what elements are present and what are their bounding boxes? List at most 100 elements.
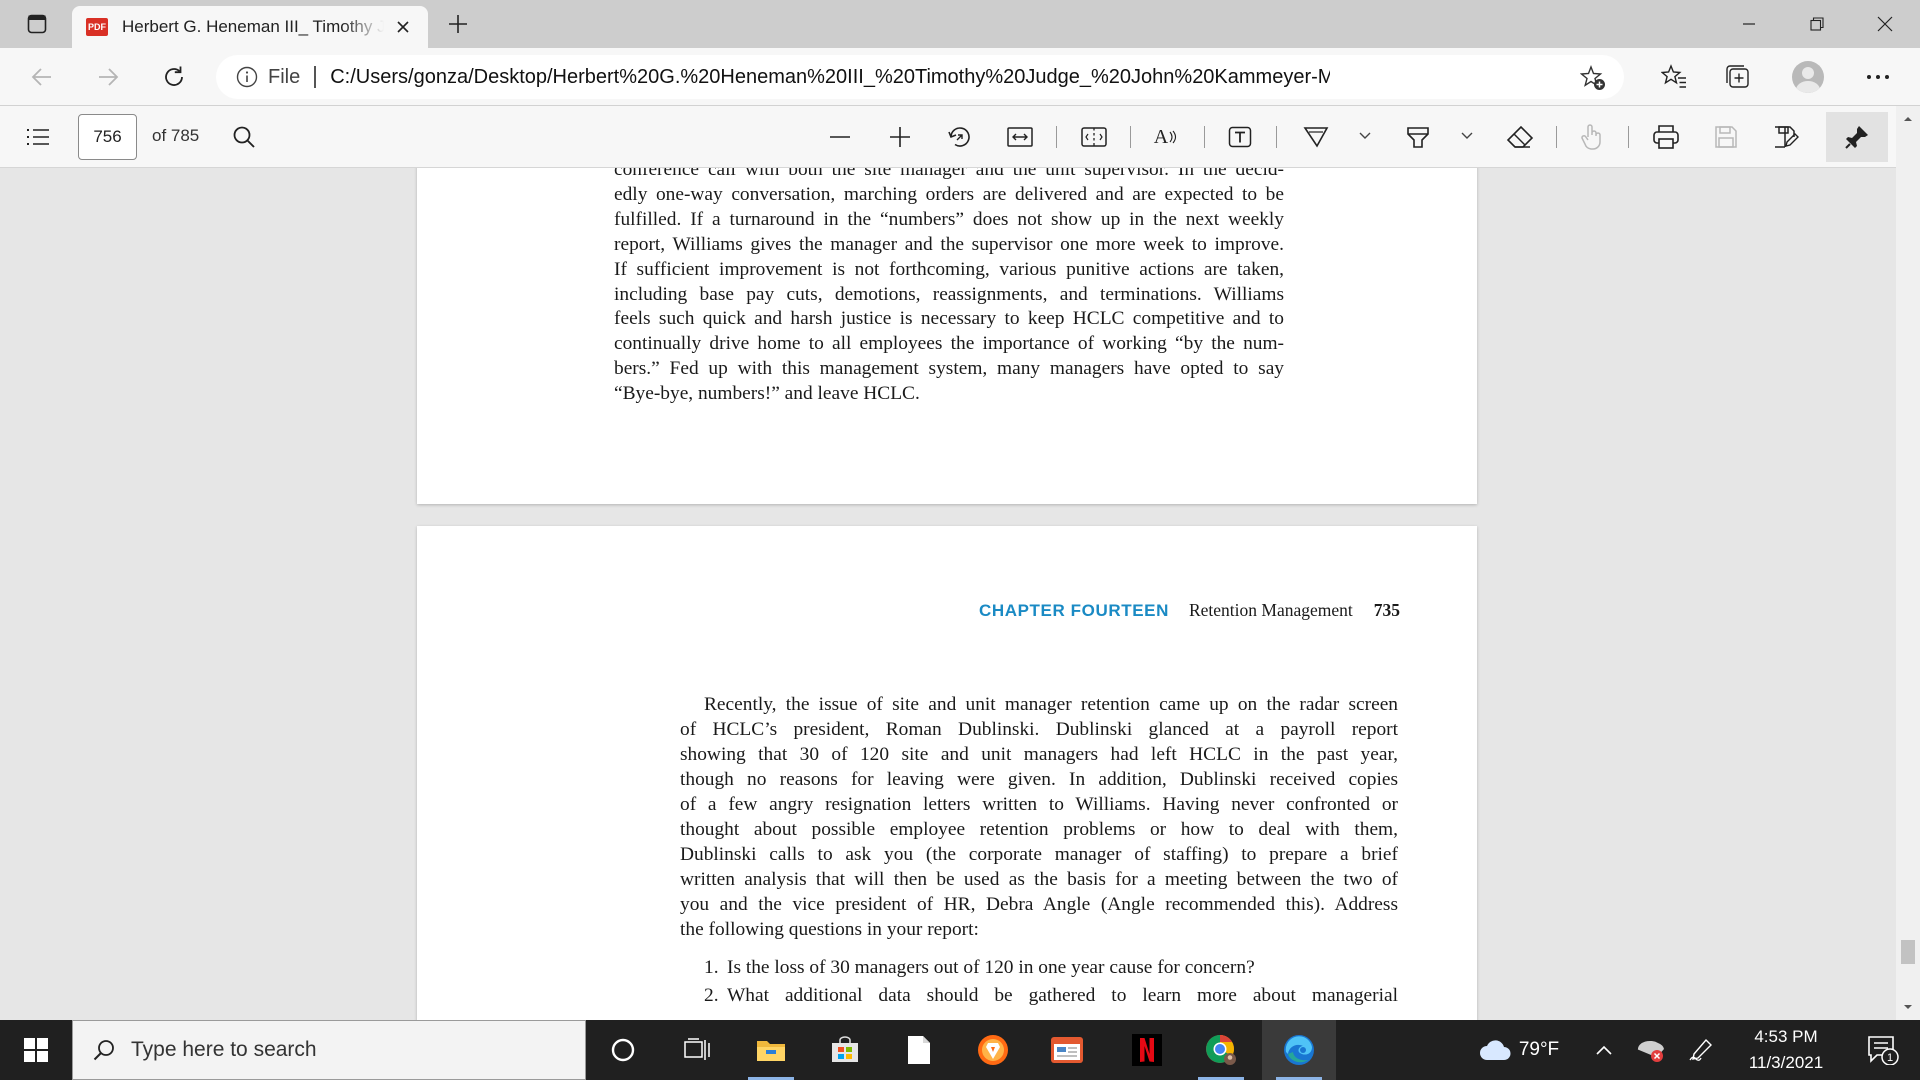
more-icon [1867,75,1889,79]
draw-button[interactable] [1298,119,1334,155]
document-icon [908,1036,930,1064]
edge-app-button[interactable] [1262,1020,1336,1080]
system-clock[interactable]: 4:53 PM 11/3/2021 [1726,1020,1846,1080]
back-button[interactable] [22,57,62,97]
weather-widget[interactable]: 79°F [1474,1020,1564,1080]
text-line: Dublinski calls to ask you (the corporat… [680,844,1398,865]
folder-icon [757,1041,785,1061]
highlighter-icon [1407,127,1429,148]
rotate-button[interactable] [942,119,978,155]
find-button[interactable] [226,119,262,155]
address-separator [314,66,317,88]
page-body-text: Recently, the issue of site and unit man… [680,692,1398,942]
pdf-viewer[interactable]: conference call with both the site manag… [0,168,1920,1020]
highlight-options-button[interactable] [1460,129,1474,143]
text-line: fulfilled. If a turnaround in the “numbe… [614,208,1284,230]
erase-button[interactable] [1502,119,1538,155]
notification-icon: 1 [1868,1036,1899,1065]
scroll-up-icon[interactable] [1903,114,1913,124]
page-number-input[interactable]: 756 [78,114,137,160]
microsoft-store-button[interactable] [808,1020,882,1080]
pin-icon [1845,126,1868,149]
chrome-app-button[interactable] [1184,1020,1258,1080]
vertical-scrollbar[interactable] [1896,106,1920,1020]
network-status-button[interactable] [1630,1020,1672,1080]
refresh-button[interactable] [154,57,194,97]
highlight-button[interactable] [1400,119,1436,155]
chrome-icon [1206,1035,1236,1065]
address-bar-row: File C:/Users/gonza/Desktop/Herbert%20G.… [0,48,1920,106]
close-icon [397,21,409,33]
mail-app-button[interactable] [1030,1020,1104,1080]
list-item: 2. What additional data should be gather… [704,982,1398,1010]
show-hidden-icons-button[interactable] [1586,1020,1622,1080]
text-box-icon [1228,126,1252,148]
add-favorite-button[interactable] [1578,63,1608,93]
restore-icon [1810,17,1824,31]
profile-button[interactable] [1786,57,1830,97]
touch-mode-button[interactable] [1574,119,1610,155]
pin-toolbar-button[interactable] [1826,112,1888,162]
print-icon [1653,125,1679,149]
netflix-app-button[interactable] [1110,1020,1184,1080]
scrollbar-thumb[interactable] [1901,940,1915,964]
add-text-button[interactable] [1222,119,1258,155]
tab-title: Herbert G. Heneman III_ Timothy Judge_ J… [122,17,384,36]
save-as-button[interactable] [1768,119,1804,155]
toolbar-separator [1556,126,1557,148]
zoom-out-button[interactable] [822,119,858,155]
address-input[interactable]: File C:/Users/gonza/Desktop/Herbert%20G.… [216,55,1624,99]
minimize-icon [1743,23,1755,25]
browser-tab[interactable]: PDF Herbert G. Heneman III_ Timothy Judg… [72,6,428,48]
forward-button[interactable] [88,57,128,97]
collections-button[interactable] [1716,57,1760,97]
rotate-icon [948,127,970,147]
scroll-down-icon[interactable] [1903,1002,1913,1012]
tab-close-button[interactable] [390,14,416,40]
settings-menu-button[interactable] [1856,57,1900,97]
list-number: 2. [704,985,719,1006]
clock-date: 11/3/2021 [1748,1053,1824,1072]
arrow-right-icon [99,68,119,86]
url-text[interactable]: C:/Users/gonza/Desktop/Herbert%20G.%20He… [330,66,1330,89]
windows-taskbar: Type here to search 79°F 4:53 PM 11/3/20… [0,1020,1920,1080]
text-line: you and the vice president of HR, Debra … [680,894,1398,915]
pen-workspace-button[interactable] [1680,1020,1722,1080]
favorites-icon [1661,64,1686,88]
start-button[interactable] [0,1020,72,1080]
text-line: showing that 30 of 120 site and unit man… [680,744,1398,765]
cortana-button[interactable] [586,1020,660,1080]
task-view-icon [684,1038,710,1060]
minimize-button[interactable] [1714,0,1784,48]
new-tab-button[interactable] [440,9,476,39]
read-aloud-button[interactable]: A [1148,119,1184,155]
taskbar-search-input[interactable]: Type here to search [72,1020,586,1080]
plus-icon [449,15,467,33]
contents-list-icon [27,129,49,145]
zoom-in-button[interactable] [882,119,918,155]
list-number: 1. [704,957,719,978]
file-explorer-button[interactable] [734,1020,808,1080]
tab-actions-button[interactable] [16,10,58,38]
brave-app-button[interactable] [956,1020,1030,1080]
draw-options-button[interactable] [1358,129,1372,143]
task-view-button[interactable] [660,1020,734,1080]
notepad-app-button[interactable] [882,1020,956,1080]
pdf-toolbar: 756 of 785 A [0,106,1920,168]
list-text: What additional data should be gathered … [727,985,1398,1006]
save-button[interactable] [1708,119,1744,155]
restore-button[interactable] [1782,0,1852,48]
weather-temperature: 79°F [1518,1039,1560,1060]
print-button[interactable] [1648,119,1684,155]
fit-width-button[interactable] [1002,119,1038,155]
cortana-icon [611,1038,635,1062]
action-center-button[interactable]: 1 [1846,1020,1920,1080]
list-text: Is the loss of 30 managers out of 120 in… [727,957,1255,978]
table-of-contents-button[interactable] [20,119,56,155]
page-view-button[interactable] [1076,119,1112,155]
close-window-button[interactable] [1850,0,1920,48]
info-icon[interactable] [236,66,258,88]
plus-icon [890,127,910,147]
favorites-button[interactable] [1652,57,1696,97]
edge-icon [1284,1035,1314,1065]
